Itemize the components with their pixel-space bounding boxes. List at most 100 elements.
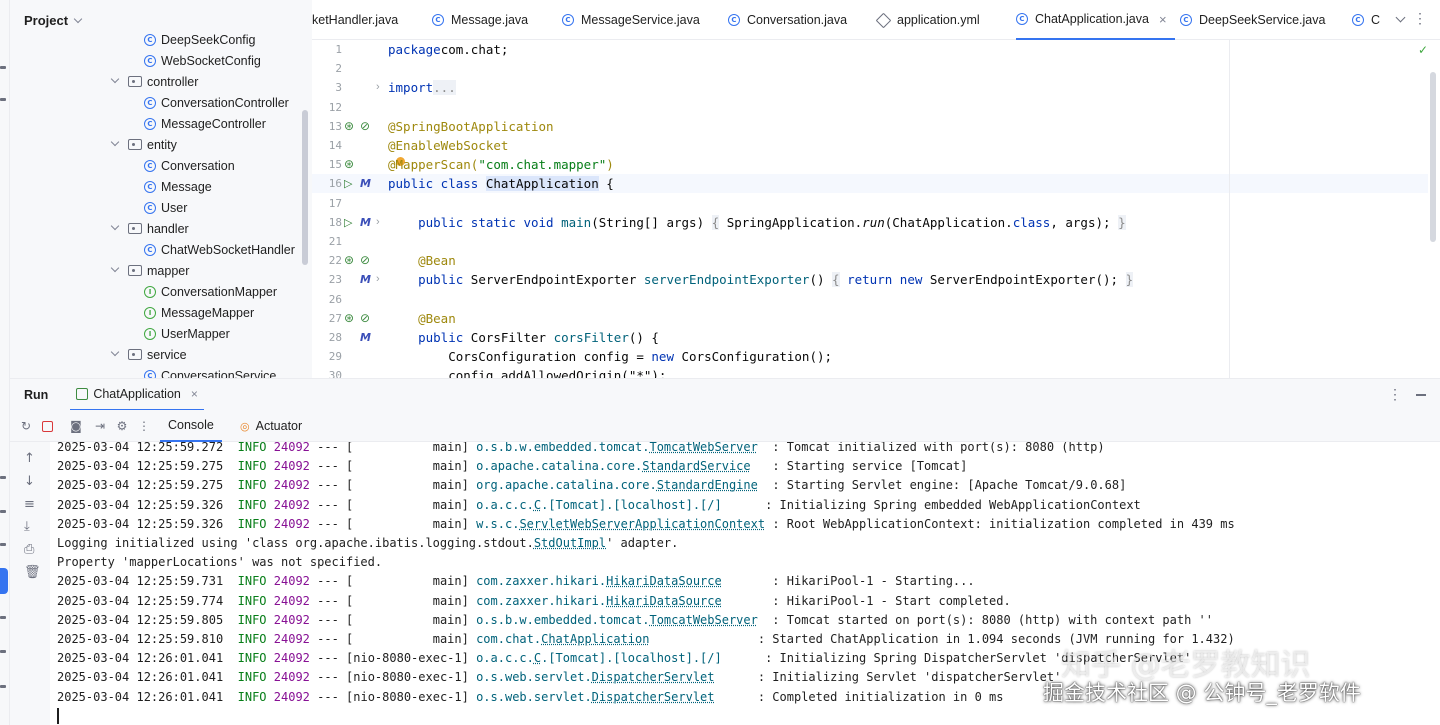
code-line[interactable]: CorsConfiguration config = new CorsConfi… [388,347,832,366]
log-line[interactable]: 2025-03-04 12:25:59.805 INFO 24092 --- [… [57,611,1213,630]
mapper-icon[interactable]: M [360,213,371,232]
code-line[interactable]: packagecom.chat; [388,40,508,59]
editor-tab[interactable]: C DeepSeekService.java [1180,0,1325,40]
log-line[interactable]: 2025-03-04 12:25:59.275 INFO 24092 --- [… [57,476,1126,495]
more-icon[interactable]: ⋮ [138,420,150,432]
chevron-down-icon[interactable] [1395,12,1406,23]
tree-package[interactable]: handler [110,218,189,239]
tree-item[interactable]: C ConversationService [144,365,276,378]
soft-wrap-icon[interactable]: ≡ [24,498,35,512]
tool-strip-icon[interactable] [0,685,6,688]
tree-item[interactable]: I ConversationMapper [144,281,277,302]
chevron-down-icon[interactable] [73,14,83,23]
mapper-icon[interactable]: M [360,174,371,193]
log-line[interactable]: Logging initialized using 'class org.apa… [57,534,678,553]
tool-strip-icon[interactable] [0,98,6,101]
settings-icon[interactable]: ⚙ [116,420,128,432]
log-line[interactable]: 2025-03-04 12:26:01.041 INFO 24092 --- [… [57,688,1004,707]
tree-item[interactable]: I MessageMapper [144,302,254,323]
editor-tab[interactable]: C MessageService.java [562,0,700,40]
tree-item[interactable]: C WebSocketConfig [144,50,261,71]
tree-item[interactable]: C DeepSeekConfig [144,29,256,50]
tree-item[interactable]: I UserMapper [144,323,230,344]
tab-actuator[interactable]: ◎ Actuator [232,410,310,442]
arrow-up-icon[interactable]: ↑ [24,452,35,466]
editor-tab[interactable]: C Message.java [432,0,528,40]
fold-icon[interactable]: › [376,270,380,289]
chevron-down-icon[interactable] [110,74,120,84]
fold-icon[interactable]: › [376,213,380,232]
code-editor[interactable]: ✓ 1 2 3 12 13 14 15 16 17 18 21 22 23 26 27 28 29 30 packa… [312,40,1440,378]
minimize-icon[interactable] [1416,394,1426,396]
code-line[interactable]: @MapperScan("com.chat.mapper") [388,155,614,174]
tool-strip-icon[interactable] [0,616,6,619]
code-line[interactable]: @Bean [388,251,456,270]
tool-strip-icon[interactable] [0,476,6,479]
spring-bean-icon[interactable]: ⊛ [344,251,354,270]
close-icon[interactable]: × [191,387,198,401]
spring-bean-icon[interactable]: ⊛ [344,117,354,136]
tree-item[interactable]: C MessageController [144,113,266,134]
code-line[interactable]: @SpringBootApplication [388,117,554,136]
mapper-icon[interactable]: M [360,270,371,289]
console-output[interactable]: 2025-03-04 12:25:59.272 INFO 24092 --- [… [50,442,1440,725]
more-vertical-icon[interactable]: ⋮ [1388,386,1402,403]
tab-console[interactable]: Console [160,410,222,442]
log-line[interactable]: 2025-03-04 12:25:59.731 INFO 24092 --- [… [57,572,975,591]
project-scrollbar[interactable] [302,110,308,265]
scroll-to-end-icon[interactable]: ⤓ [24,520,30,534]
code-line[interactable]: public CorsFilter corsFilter() { [388,328,659,347]
trash-icon[interactable]: 🗑 [24,566,41,580]
code-line[interactable]: public ServerEndpointExporter serverEndp… [388,270,1134,289]
log-line[interactable]: 2025-03-04 12:25:59.275 INFO 24092 --- [… [57,457,967,476]
tree-item[interactable]: C Conversation [144,155,235,176]
run-icon[interactable]: ▷ [344,174,352,193]
tree-package[interactable]: service [110,344,187,365]
chevron-down-icon[interactable] [110,221,120,231]
code-line[interactable]: @Bean [388,309,456,328]
tree-package[interactable]: controller [110,71,198,92]
tree-item[interactable]: C ConversationController [144,92,289,113]
tree-item[interactable]: C Message [144,176,212,197]
tool-strip-icon[interactable] [0,543,6,546]
log-line[interactable]: 2025-03-04 12:25:59.326 INFO 24092 --- [… [57,515,1235,534]
camera-icon[interactable]: ◙ [70,420,82,432]
tool-strip-icon[interactable] [0,510,6,513]
log-line[interactable]: 2025-03-04 12:25:59.326 INFO 24092 --- [… [57,496,1141,515]
tree-item[interactable]: C User [144,197,187,218]
log-line[interactable]: 2025-03-04 12:26:01.041 INFO 24092 --- [… [57,668,1061,687]
log-line[interactable]: 2025-03-04 12:26:01.041 INFO 24092 --- [… [57,649,1191,668]
code-line[interactable]: public class ChatApplication { [388,174,614,193]
editor-tab[interactable]: application.yml [875,0,980,40]
editor-tab[interactable]: C ChatApplication.java × [1016,0,1175,40]
fold-icon[interactable]: › [376,78,380,97]
rerun-icon[interactable]: ↻ [20,420,32,432]
spring-bean-icon[interactable]: ⊛ [344,309,354,328]
code-line[interactable]: public static void main(String[] args) {… [388,213,1126,232]
mapper-icon[interactable]: M [360,328,371,347]
print-icon[interactable]: ⎙ [24,543,34,557]
spring-bean-icon[interactable]: ⊘ [360,309,370,328]
code-line[interactable]: config.addAllowedOrigin("*"); [388,366,666,378]
spring-bean-icon[interactable]: ⊛ [344,155,354,174]
tool-strip-icon[interactable] [0,66,6,69]
chevron-down-icon[interactable] [110,137,120,147]
log-line[interactable]: 2025-03-04 12:25:59.774 INFO 24092 --- [… [57,592,1011,611]
log-line[interactable]: 2025-03-04 12:25:59.272 INFO 24092 --- [… [57,442,1105,457]
more-vertical-icon[interactable]: ⋮ [1413,10,1427,27]
log-line[interactable]: 2025-03-04 12:25:59.810 INFO 24092 --- [… [57,630,1235,649]
chevron-down-icon[interactable] [110,347,120,357]
tree-item[interactable]: C ChatWebSocketHandler [144,239,295,260]
project-title[interactable]: Project [24,13,68,28]
tree-package[interactable]: mapper [110,260,189,281]
editor-scrollbar[interactable] [1430,72,1436,242]
spring-bean-icon[interactable]: ⊘ [360,117,370,136]
close-icon[interactable]: × [1159,12,1167,27]
run-icon[interactable]: ▷ [344,213,352,232]
log-line[interactable]: Property 'mapperLocations' was not speci… [57,553,382,572]
code-line[interactable]: import... [388,78,456,97]
tree-package[interactable]: entity [110,134,177,155]
check-icon[interactable]: ✓ [1418,43,1428,57]
editor-tab[interactable]: C Conversation.java [728,0,847,40]
stop-icon[interactable] [42,421,53,432]
